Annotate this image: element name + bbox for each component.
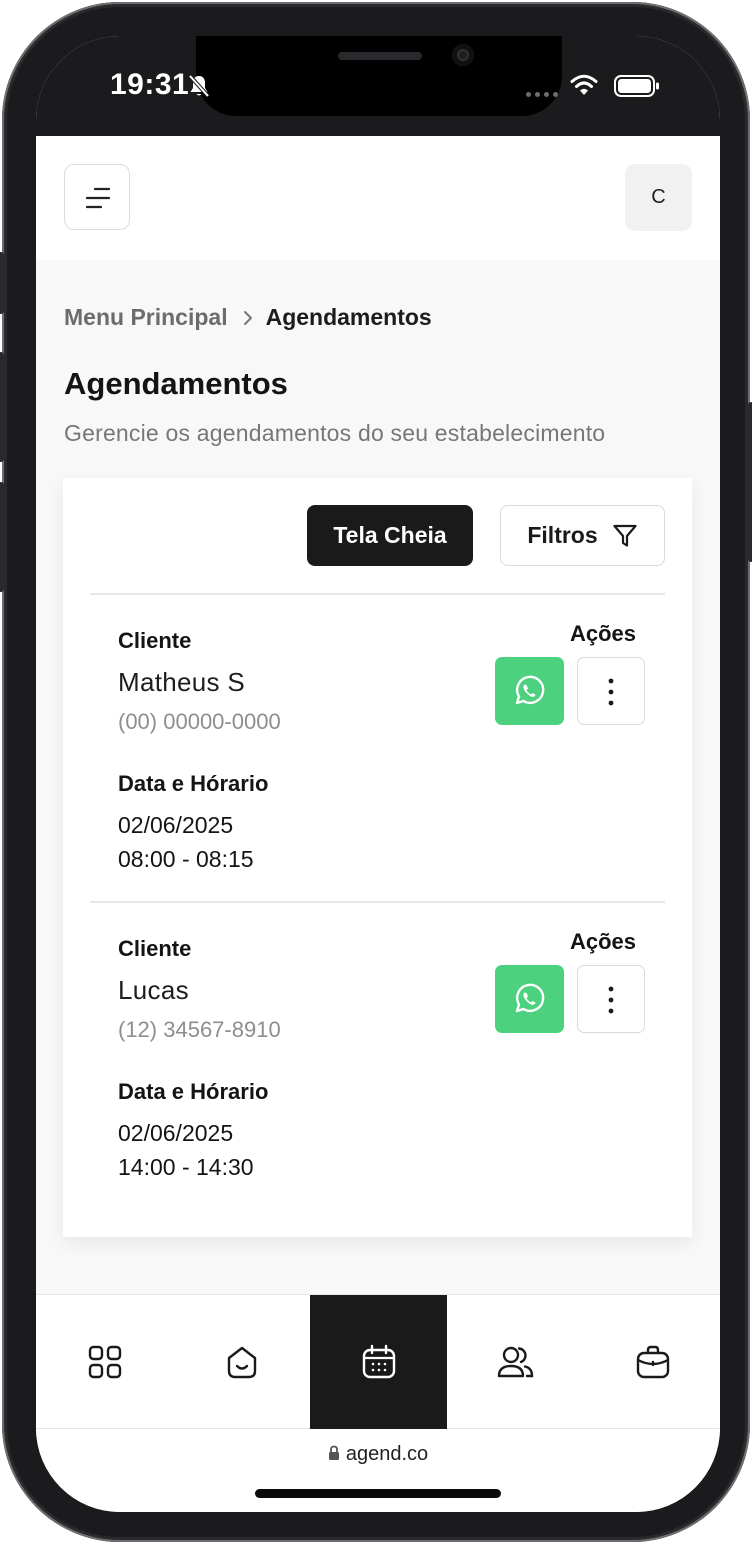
breadcrumb-root-link[interactable]: Menu Principal bbox=[64, 304, 228, 331]
battery-icon bbox=[614, 75, 659, 97]
bell-muted-icon bbox=[188, 74, 210, 98]
appointment-date: 02/06/2025 bbox=[118, 812, 234, 838]
chevron-right-icon bbox=[243, 310, 252, 325]
client-name: Lucas bbox=[118, 975, 189, 1005]
whatsapp-icon bbox=[515, 983, 545, 1013]
phone-frame: 19:31 C Menu Principal Agendamentos Agen… bbox=[0, 2, 752, 1542]
actions-label: Ações bbox=[570, 621, 637, 646]
browser-url-bar[interactable]: agend.co bbox=[36, 1429, 720, 1512]
avatar[interactable]: C bbox=[625, 164, 692, 231]
breadcrumb: Menu Principal Agendamentos bbox=[64, 304, 432, 331]
client-phone: (00) 00000-0000 bbox=[118, 709, 281, 734]
datetime-label: Data e Hórario bbox=[118, 1079, 269, 1104]
whatsapp-button[interactable] bbox=[495, 965, 564, 1033]
speaker-grille bbox=[338, 52, 422, 60]
status-bar: 19:31 bbox=[36, 36, 720, 136]
breadcrumb-current: Agendamentos bbox=[265, 304, 432, 330]
more-options-button[interactable] bbox=[577, 657, 645, 725]
cellular-signal-icon bbox=[526, 92, 560, 98]
calendar-icon bbox=[362, 1344, 395, 1379]
client-label: Cliente bbox=[118, 628, 192, 653]
notch bbox=[196, 36, 562, 116]
page-title: Agendamentos bbox=[64, 366, 288, 401]
filter-icon bbox=[613, 524, 637, 547]
appointment-item: Cliente Ações Matheus S (00) 00000-0000 bbox=[63, 595, 692, 901]
volume-up-button bbox=[0, 352, 4, 462]
filters-button[interactable]: Filtros bbox=[500, 505, 665, 566]
status-time: 19:31 bbox=[110, 68, 190, 101]
fullscreen-button-label: Tela Cheia bbox=[333, 522, 447, 548]
whatsapp-icon bbox=[515, 675, 545, 705]
silent-switch bbox=[0, 252, 4, 314]
more-vertical-icon bbox=[608, 986, 614, 1014]
client-phone: (12) 34567-8910 bbox=[118, 1017, 281, 1042]
more-options-button[interactable] bbox=[577, 965, 645, 1033]
appointment-time: 14:00 - 14:30 bbox=[118, 1154, 254, 1180]
volume-down-button bbox=[0, 482, 4, 592]
url-display[interactable]: agend.co bbox=[36, 1443, 720, 1466]
url-text: agend.co bbox=[345, 1443, 429, 1465]
main-content: Menu Principal Agendamentos Agendamentos… bbox=[36, 260, 720, 1294]
home-icon bbox=[227, 1346, 256, 1379]
nav-item-home[interactable] bbox=[173, 1295, 310, 1429]
whatsapp-button[interactable] bbox=[495, 657, 564, 725]
nav-item-dashboard[interactable] bbox=[36, 1295, 173, 1429]
grid-icon bbox=[88, 1345, 121, 1379]
client-name: Matheus S bbox=[118, 667, 245, 697]
front-camera bbox=[452, 44, 474, 66]
lock-icon bbox=[328, 1445, 339, 1460]
appointment-date: 02/06/2025 bbox=[118, 1120, 234, 1146]
briefcase-icon bbox=[636, 1345, 669, 1379]
page-subtitle: Gerencie os agendamentos do seu estabele… bbox=[64, 420, 606, 446]
filters-button-label: Filtros bbox=[527, 522, 598, 548]
menu-button[interactable] bbox=[64, 164, 130, 230]
appointment-item: Cliente Ações Lucas (12) 34567-8910 Data… bbox=[63, 903, 692, 1209]
actions-label: Ações bbox=[570, 929, 637, 954]
home-indicator[interactable] bbox=[255, 1489, 501, 1498]
power-button bbox=[748, 402, 752, 562]
app-header: C bbox=[36, 136, 720, 260]
wifi-icon bbox=[570, 74, 598, 95]
datetime-label: Data e Hórario bbox=[118, 771, 269, 796]
menu-icon bbox=[85, 187, 111, 209]
nav-item-services[interactable] bbox=[584, 1295, 720, 1429]
fullscreen-button[interactable]: Tela Cheia bbox=[307, 505, 473, 566]
client-label: Cliente bbox=[118, 936, 192, 961]
nav-item-clients[interactable] bbox=[447, 1295, 584, 1429]
appointment-time: 08:00 - 08:15 bbox=[118, 846, 254, 872]
nav-item-appointments[interactable] bbox=[310, 1295, 447, 1429]
appointments-card: Tela Cheia Filtros Cliente Ações Matheus… bbox=[63, 478, 692, 1237]
bottom-nav bbox=[36, 1294, 720, 1429]
screen: 19:31 C Menu Principal Agendamentos Agen… bbox=[36, 36, 720, 1512]
users-icon bbox=[497, 1346, 533, 1378]
more-vertical-icon bbox=[608, 678, 614, 706]
